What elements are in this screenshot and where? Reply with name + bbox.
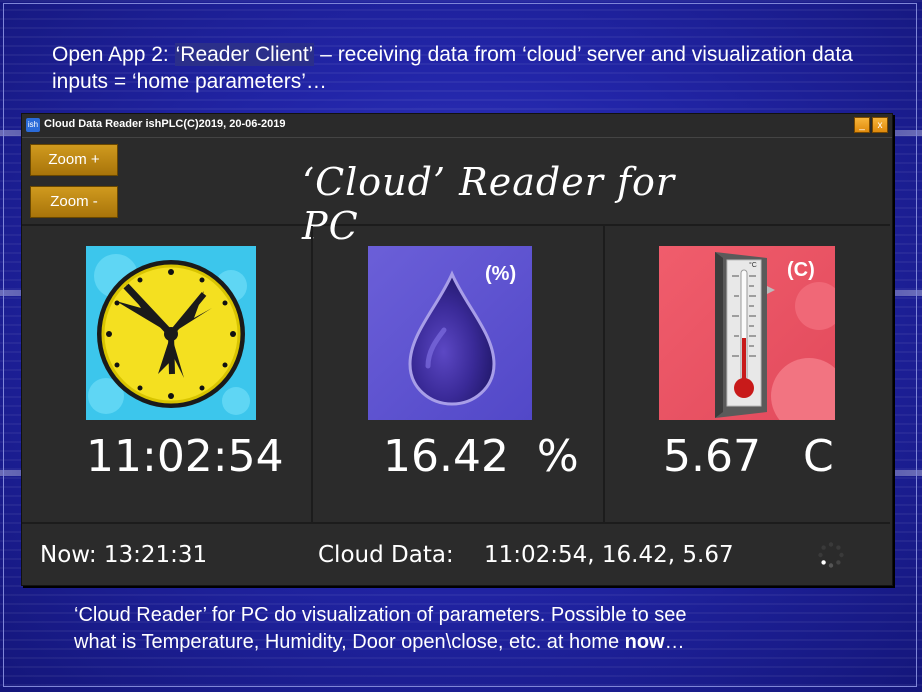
slide-footer-bold-word: now [624,631,665,653]
status-bar: Now: 13:21:31 Cloud Data: 11:02:54, 16.4… [22,522,890,586]
loading-spinner-icon [818,542,844,568]
slide-footer-line-1: ‘Cloud Reader’ for PC do visualization o… [74,604,687,626]
temperature-badge: (C) [787,259,815,281]
cloud-reader-window: ish Cloud Data Reader ishPLC(C)2019, 20-… [21,113,893,586]
window-client-area: Zoom + Zoom - ‘Cloud’ Reader for PC 11:0… [22,138,892,585]
temperature-panel: °C (C) 5.67 C [605,226,890,522]
slide-footer: ‘Cloud Reader’ for PC do visualization o… [74,602,894,656]
water-drop-icon: (%) [368,246,532,420]
slide-heading-prefix: Open App 2: [52,43,175,66]
slide-footer-line-2: what is Temperature, Humidity, Door open… [74,629,894,656]
temperature-reading: 5.67 [663,431,761,482]
slide-heading: Open App 2: ‘Reader Client’ – receiving … [52,41,892,95]
current-time-status: Now: 13:21:31 [40,542,208,568]
cloud-data-label: Cloud Data: [318,542,454,568]
app-icon: ish [26,118,40,132]
slide-footer-tail: … [664,631,685,653]
time-reading: 11:02:54 [86,431,284,482]
cloud-data-values: 11:02:54, 16.42, 5.67 [484,542,734,568]
clock-icon [86,246,256,420]
window-titlebar[interactable]: ish Cloud Data Reader ishPLC(C)2019, 20-… [22,114,892,138]
window-title: Cloud Data Reader ishPLC(C)2019, 20-06-2… [44,118,286,130]
humidity-panel: (%) 16.42 % [313,226,605,522]
minimize-button[interactable]: _ [854,117,870,133]
thermometer-icon: °C (C) [659,246,847,434]
humidity-badge: (%) [485,263,516,285]
header-area: Zoom + Zoom - ‘Cloud’ Reader for PC [22,138,890,248]
humidity-reading: 16.42 % [383,431,579,482]
thermometer-scale-label: °C [749,261,757,269]
time-panel: 11:02:54 [22,226,313,522]
slide-heading-highlight: ‘Reader Client’ [174,43,315,66]
slide-footer-line-2-text: what is Temperature, Humidity, Door open… [74,631,625,653]
zoom-out-button[interactable]: Zoom - [30,186,118,218]
zoom-in-button[interactable]: Zoom + [30,144,118,176]
temperature-unit: C [803,431,834,482]
close-button[interactable]: x [872,117,888,133]
